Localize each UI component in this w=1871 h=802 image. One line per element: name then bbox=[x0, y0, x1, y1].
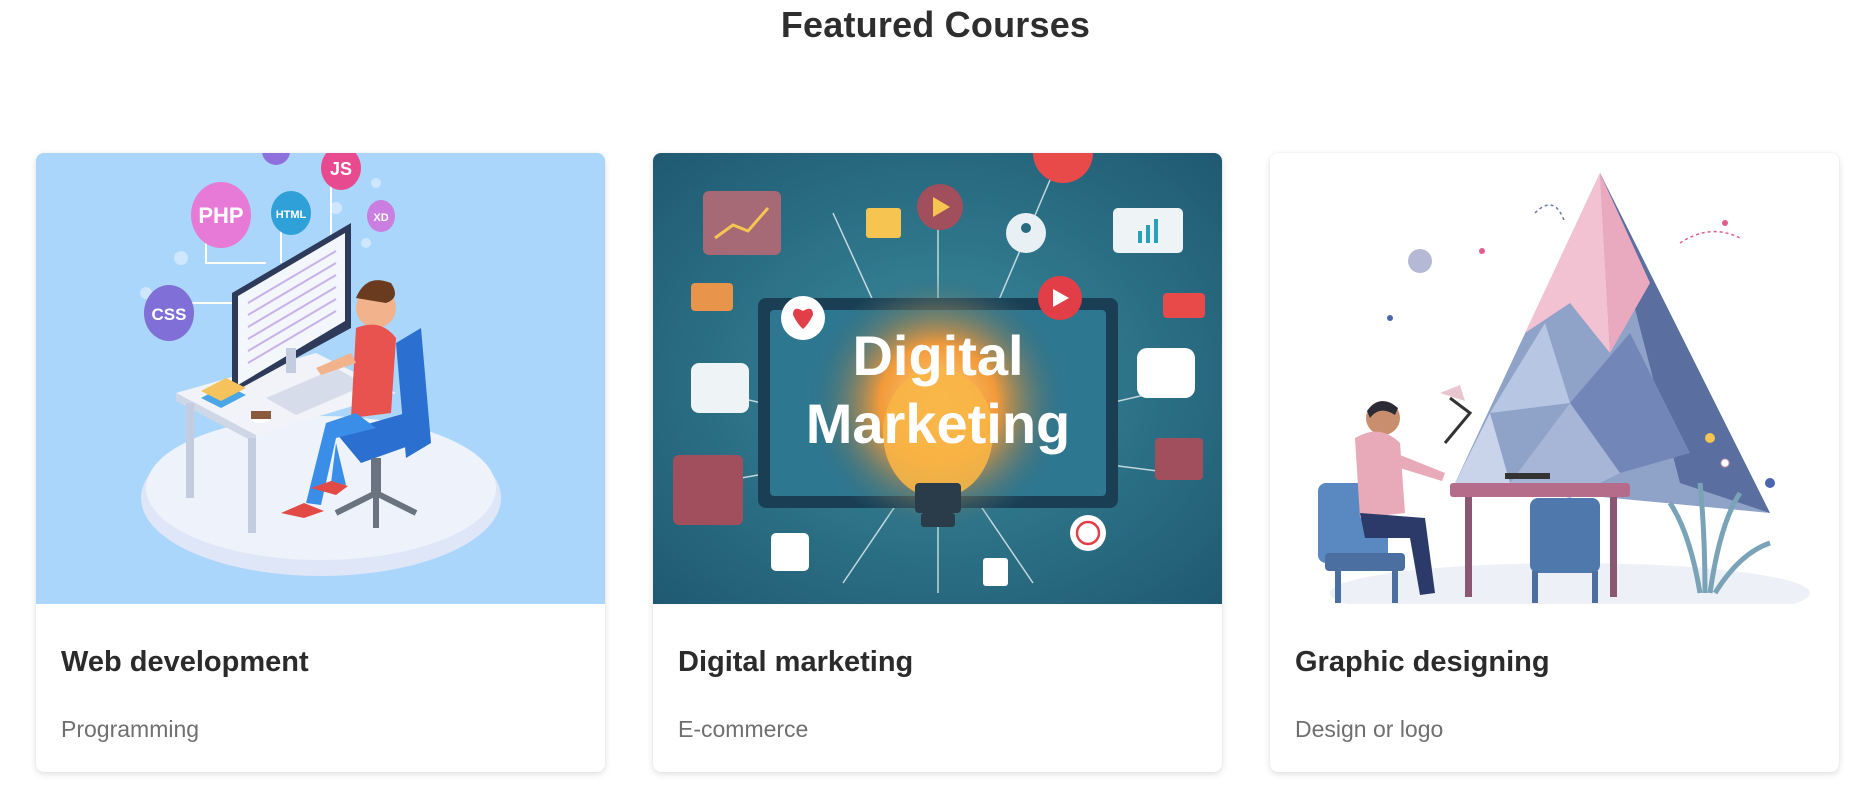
course-title[interactable]: Digital marketing bbox=[678, 604, 1197, 679]
course-card-list: PHP CSS HTML JS XD Web development Progr… bbox=[36, 153, 1839, 772]
php-badge-label: PHP bbox=[198, 203, 243, 228]
course-category: Programming bbox=[61, 716, 200, 742]
course-category: E-commerce bbox=[678, 716, 809, 742]
graphic-design-illustration bbox=[1270, 153, 1839, 604]
digital-heading-label: Digital bbox=[852, 324, 1023, 387]
css-badge-label: CSS bbox=[152, 305, 187, 324]
course-card-graphic-designing[interactable]: Graphic designing Design or logo bbox=[1270, 153, 1839, 772]
course-card-digital-marketing[interactable]: Digital Marketing Digital marketing E-co… bbox=[653, 153, 1222, 772]
course-card-web-development[interactable]: PHP CSS HTML JS XD Web development Progr… bbox=[36, 153, 605, 772]
course-category: Design or logo bbox=[1295, 716, 1444, 742]
course-title[interactable]: Web development bbox=[61, 604, 580, 679]
html-badge-label: HTML bbox=[276, 209, 307, 221]
xd-badge-label: XD bbox=[373, 212, 388, 224]
web-development-illustration: PHP CSS HTML JS XD bbox=[36, 153, 605, 604]
course-title[interactable]: Graphic designing bbox=[1295, 604, 1814, 679]
marketing-heading-label: Marketing bbox=[806, 392, 1071, 455]
digital-marketing-illustration: Digital Marketing bbox=[653, 153, 1222, 604]
js-badge-label: JS bbox=[330, 159, 352, 179]
section-title: Featured Courses bbox=[780, 4, 1091, 45]
